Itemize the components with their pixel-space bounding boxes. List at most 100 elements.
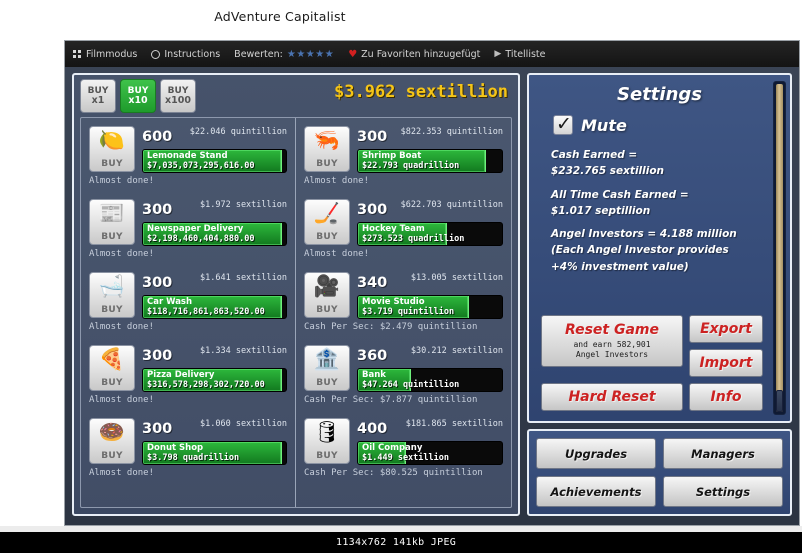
business-cost: $822.353 quintillion	[400, 127, 503, 137]
heart-icon: ♥	[348, 48, 358, 60]
business-quantity: 300	[142, 275, 173, 291]
mute-checkbox[interactable]	[553, 113, 573, 135]
caption-bar: 1134x762 141kb JPEG	[0, 532, 802, 553]
business-name: Oil Company	[362, 443, 423, 453]
business-progress-bar: Shrimp Boat $22.793 quadrillion	[357, 149, 503, 173]
business-revenue: $3.798 quadrillion	[147, 453, 240, 463]
business-revenue: $316,578,298,302,720.00	[147, 380, 265, 390]
buy-x10-bottom: x10	[128, 94, 148, 106]
settings-stats: Cash Earned = $232.765 sextillion All Time…	[551, 147, 790, 275]
business-name: Movie Studio	[362, 297, 425, 307]
rate-label: Bewerten:	[234, 48, 283, 60]
business-panel: BUY x1 BUY x10 BUY x100 $3.962 sextillio…	[72, 73, 520, 516]
image-caption: 1134x762 141kb JPEG	[336, 537, 457, 548]
donut-icon: 🍩	[98, 420, 126, 444]
buy-car-wash-button[interactable]: 🛁 BUY	[89, 272, 135, 318]
business-row: 🛢 BUY 400 $181.865 sextillion Oil Company $1.…	[302, 414, 505, 487]
title-list-button[interactable]: ▶ Titelliste	[494, 49, 545, 60]
business-progress-bar: Pizza Delivery $316,578,298,302,720.00	[142, 368, 287, 392]
favorite-button[interactable]: ♥ Zu Favoriten hinzugefügt	[348, 49, 480, 60]
buy-donut-shop-button[interactable]: 🍩 BUY	[89, 418, 135, 464]
business-name: Hockey Team	[362, 224, 425, 234]
buy-word-label: BUY	[101, 451, 123, 461]
business-row: 🍩 BUY 300 $1.060 sextillion Donut Shop $3.798…	[87, 414, 289, 487]
buy-lemonade-stand-button[interactable]: 🍋 BUY	[89, 126, 135, 172]
page-title: AdVenture Capitalist	[214, 9, 346, 24]
upgrades-button[interactable]: Upgrades	[536, 438, 656, 469]
business-progress-bar: Hockey Team $273.523 quadrillion	[357, 222, 503, 246]
settings-stat-line: (Each Angel Investor provides	[551, 244, 729, 257]
business-status: Almost done!	[304, 249, 370, 259]
achievements-button[interactable]: Achievements	[536, 476, 656, 507]
business-row: 📰 BUY 300 $1.972 sextillion Newspaper Delive…	[87, 195, 289, 268]
business-quantity: 300	[142, 202, 173, 218]
settings-stat-line: +4% investment value)	[551, 260, 689, 273]
business-progress-bar: Lemonade Stand $7,035,073,295,616.00	[142, 149, 287, 173]
business-quantity: 400	[357, 421, 388, 437]
settings-title: Settings	[617, 84, 702, 105]
buy-word-label: BUY	[101, 159, 123, 169]
import-button[interactable]: Import	[689, 349, 763, 377]
business-name: Newspaper Delivery	[147, 224, 244, 234]
mute-row[interactable]: Mute	[553, 113, 790, 135]
settings-scrollbar-thumb[interactable]	[776, 390, 783, 412]
settings-stat-line: $1.017 septillion	[551, 204, 651, 217]
gear-icon	[151, 49, 161, 59]
settings-nav-button[interactable]: Settings	[663, 476, 783, 507]
hard-reset-button[interactable]: Hard Reset	[541, 383, 683, 411]
business-row: 🎥 BUY 340 $13.005 sextillion Movie Studio $3.…	[302, 268, 505, 341]
buy-x100-button[interactable]: BUY x100	[160, 79, 196, 113]
settings-button-grid: Reset Game and earn 582,901 Angel Investo…	[541, 315, 763, 411]
settings-scrollbar[interactable]	[773, 81, 786, 415]
main-nav-panel: Upgrades Managers Achievements Settings	[527, 429, 792, 516]
buy-shrimp-boat-button[interactable]: 🦐 BUY	[304, 126, 350, 172]
buy-oil-company-button[interactable]: 🛢 BUY	[304, 418, 350, 464]
buy-pizza-delivery-button[interactable]: 🍕 BUY	[89, 345, 135, 391]
buy-movie-studio-button[interactable]: 🎥 BUY	[304, 272, 350, 318]
managers-button[interactable]: Managers	[663, 438, 783, 469]
buy-x10-button[interactable]: BUY x10	[120, 79, 156, 113]
business-revenue: $118,716,861,863,520.00	[147, 307, 265, 317]
business-revenue: $7,035,073,295,616.00	[147, 161, 255, 171]
business-row: 🦐 BUY 300 $822.353 quintillion Shrimp Boat $2…	[302, 122, 505, 195]
star-rating-icon[interactable]: ★★★★★	[287, 49, 334, 60]
stat-spacer	[551, 219, 790, 226]
export-label: Export	[700, 321, 752, 337]
settings-scrollbar-track[interactable]	[776, 84, 783, 412]
rating-control[interactable]: Bewerten: ★★★★★	[234, 49, 334, 60]
buy-x1-bottom: x1	[91, 94, 105, 106]
export-button[interactable]: Export	[689, 315, 763, 343]
business-row: 🏦 BUY 360 $30.212 sextillion Bank $47.264 qui…	[302, 341, 505, 414]
instructions-button[interactable]: Instructions	[151, 49, 220, 60]
buy-bank-button[interactable]: 🏦 BUY	[304, 345, 350, 391]
buy-newspaper-delivery-button[interactable]: 📰 BUY	[89, 199, 135, 245]
business-name: Shrimp Boat	[362, 151, 422, 161]
business-progress-bar: Newspaper Delivery $2,198,460,404,880.00	[142, 222, 287, 246]
business-status: Cash Per Sec: $2.479 quintillion	[304, 322, 478, 332]
buy-word-label: BUY	[316, 232, 338, 242]
business-name: Pizza Delivery	[147, 370, 215, 380]
favorite-label: Zu Favoriten hinzugefügt	[361, 48, 481, 60]
buy-word-label: BUY	[316, 159, 338, 169]
business-status: Almost done!	[89, 176, 155, 186]
buy-word-label: BUY	[101, 378, 123, 388]
business-cost: $181.865 sextillion	[405, 419, 503, 429]
bank-icon: 🏦	[313, 347, 341, 371]
business-progress-bar: Bank $47.264 quintillion	[357, 368, 503, 392]
business-cost: $1.972 sextillion	[200, 200, 287, 210]
buy-word-label: BUY	[316, 305, 338, 315]
buy-hockey-team-button[interactable]: 🏒 BUY	[304, 199, 350, 245]
buy-x1-button[interactable]: BUY x1	[80, 79, 116, 113]
film-mode-icon	[73, 49, 82, 59]
business-name: Bank	[362, 370, 386, 380]
business-panel-header: BUY x1 BUY x10 BUY x100 $3.962 sextillio…	[74, 75, 518, 117]
business-cost: $1.334 sextillion	[200, 346, 287, 356]
business-quantity: 340	[357, 275, 388, 291]
info-button[interactable]: Info	[689, 383, 763, 411]
business-status: Almost done!	[89, 249, 155, 259]
business-status: Almost done!	[304, 176, 370, 186]
business-quantity: 300	[357, 129, 388, 145]
reset-game-button[interactable]: Reset Game and earn 582,901 Angel Investo…	[541, 315, 683, 367]
newspaper-icon: 📰	[98, 201, 126, 225]
film-mode-button[interactable]: Filmmodus	[73, 49, 137, 60]
